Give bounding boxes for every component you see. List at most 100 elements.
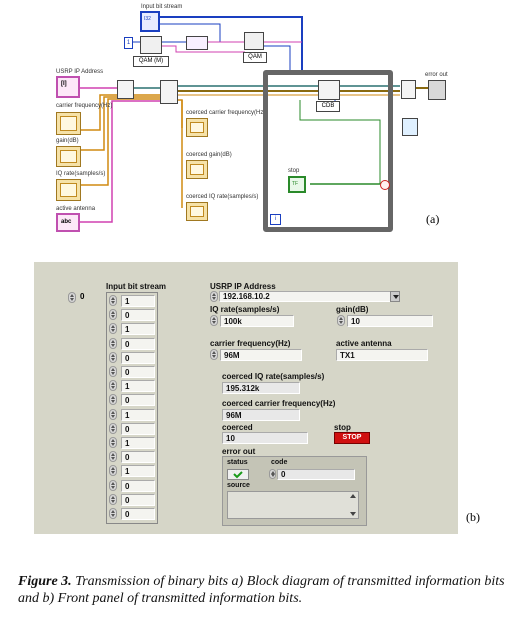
write-tx-vi bbox=[318, 80, 340, 100]
bit-spinner-icon[interactable] bbox=[109, 394, 117, 406]
index-constant: 1 bbox=[124, 37, 133, 49]
coerced-carrier-indicator: 96M bbox=[222, 409, 300, 421]
stop-label: stop bbox=[288, 168, 300, 174]
coerced-iq-indicator: 195.312k bbox=[222, 382, 300, 394]
bit-value[interactable]: 0 bbox=[121, 309, 155, 322]
usrp-ip-field[interactable]: 192.168.10.2 bbox=[219, 291, 391, 302]
bit-value[interactable]: 0 bbox=[121, 394, 155, 407]
modulation-vi-3 bbox=[244, 32, 264, 50]
bit-spinner-icon[interactable] bbox=[109, 380, 117, 392]
gain-label: gain(dB) bbox=[336, 305, 369, 314]
stop-label: stop bbox=[334, 423, 351, 432]
iq-rate-control bbox=[56, 179, 81, 201]
usrp-ip-dropdown[interactable]: 192.168.10.2 bbox=[210, 291, 400, 302]
gain-spinner-icon[interactable] bbox=[337, 315, 345, 326]
error-out-cluster: status code 0 source bbox=[222, 456, 367, 526]
bit-spinner-icon[interactable] bbox=[109, 408, 117, 420]
bit-spinner-icon[interactable] bbox=[109, 323, 117, 335]
loop-iteration-terminal: i bbox=[270, 214, 281, 225]
bit-value[interactable]: 0 bbox=[121, 422, 155, 435]
carrier-frequency-label: carrier frequency(Hz) bbox=[210, 339, 291, 348]
modulation-vi-2 bbox=[186, 36, 208, 50]
scroll-up-icon[interactable] bbox=[350, 494, 356, 498]
simple-error-handler-vi bbox=[402, 118, 418, 136]
error-out-indicator bbox=[428, 80, 446, 100]
active-antenna-label: active antenna bbox=[336, 339, 392, 348]
carrier-spinner-icon[interactable] bbox=[210, 349, 218, 360]
stop-control: TF bbox=[288, 176, 306, 193]
bit-value[interactable]: 0 bbox=[121, 337, 155, 350]
gain-control bbox=[56, 146, 81, 167]
bit-spinner-icon[interactable] bbox=[109, 479, 117, 491]
bit-array[interactable]: 1010001010101000 bbox=[106, 292, 158, 524]
bit-stream-terminal-label: I32 bbox=[144, 16, 151, 22]
status-label: status bbox=[227, 459, 248, 466]
diagram-caption-letter: (a) bbox=[426, 212, 440, 226]
bit-spinner-icon[interactable] bbox=[109, 493, 117, 505]
bit-spinner-icon[interactable] bbox=[109, 309, 117, 321]
panel-caption-letter: (b) bbox=[466, 510, 480, 524]
bit-value[interactable]: 1 bbox=[121, 380, 155, 393]
bit-value[interactable]: 1 bbox=[121, 408, 155, 421]
bit-value[interactable]: 1 bbox=[121, 295, 155, 307]
bit-value[interactable]: 0 bbox=[121, 508, 155, 520]
bit-spinner-icon[interactable] bbox=[109, 508, 117, 519]
bit-spinner-icon[interactable] bbox=[109, 366, 117, 377]
usrp-ip-control: [I] bbox=[56, 76, 80, 98]
bit-value[interactable]: 1 bbox=[121, 323, 155, 336]
usrp-ip-terminal-label: [I] bbox=[61, 81, 67, 87]
iq-rate-field[interactable]: 100k bbox=[220, 315, 294, 327]
bit-value[interactable]: 1 bbox=[121, 437, 155, 449]
active-antenna-label: active antenna bbox=[56, 206, 96, 212]
code-value: 0 bbox=[277, 469, 355, 480]
source-label: source bbox=[227, 482, 250, 489]
front-panel: 0 Input bit stream 1010001010101000 USRP… bbox=[34, 262, 458, 534]
coerced-iq-label: coerced IQ rate(samples/s) bbox=[186, 194, 259, 200]
index-spinner-icon[interactable] bbox=[68, 292, 76, 303]
bit-stream-label: Input bit stream bbox=[141, 4, 183, 10]
stop-terminal-label: TF bbox=[292, 181, 299, 187]
input-bit-stream-label: Input bit stream bbox=[106, 282, 167, 291]
check-icon bbox=[233, 471, 243, 479]
coerced-gain-indicator: 10 bbox=[222, 432, 308, 444]
coerced-carrier-indicator bbox=[186, 118, 208, 137]
bit-stream-control: I32 bbox=[140, 11, 160, 32]
block-diagram: Input bit stream I32 1 QAM (M) QAM USRP … bbox=[0, 0, 525, 245]
bit-spinner-icon[interactable] bbox=[109, 422, 117, 434]
scroll-down-icon[interactable] bbox=[350, 512, 356, 516]
stop-button[interactable]: STOP bbox=[334, 432, 370, 444]
carrier-frequency-control bbox=[56, 112, 81, 135]
bit-spinner-icon[interactable] bbox=[109, 295, 117, 306]
usrp-ip-spinner-icon[interactable] bbox=[210, 291, 218, 302]
active-antenna-terminal-label: abc bbox=[61, 219, 72, 225]
error-out-label: error out bbox=[222, 447, 256, 456]
loop-condition-terminal bbox=[380, 180, 390, 190]
carrier-field[interactable]: 96M bbox=[220, 349, 302, 361]
bit-value[interactable]: 0 bbox=[121, 493, 155, 506]
bit-spinner-icon[interactable] bbox=[109, 465, 117, 477]
chevron-down-icon[interactable] bbox=[390, 291, 400, 302]
active-antenna-field[interactable]: TX1 bbox=[336, 349, 428, 361]
open-session-vi bbox=[117, 80, 134, 99]
iq-rate-label: IQ rate(samples/s) bbox=[56, 171, 106, 177]
gain-field[interactable]: 10 bbox=[347, 315, 433, 327]
qam-m-ring: QAM (M) bbox=[133, 56, 169, 67]
bit-spinner-icon[interactable] bbox=[109, 437, 117, 448]
bit-spinner-icon[interactable] bbox=[109, 337, 117, 349]
coerced-gain-label: coerced bbox=[222, 423, 253, 432]
bit-value[interactable]: 0 bbox=[121, 366, 155, 378]
coerced-carrier-label: coerced carrier frequency(Hz) bbox=[186, 110, 266, 116]
coerced-iq-label: coerced IQ rate(samples/s) bbox=[222, 372, 325, 381]
coerced-iq-indicator bbox=[186, 202, 208, 221]
iq-rate-spinner-icon[interactable] bbox=[210, 315, 218, 326]
bit-value[interactable]: 0 bbox=[121, 479, 155, 492]
caption-text: Transmission of binary bits a) Block dia… bbox=[18, 574, 505, 606]
error-out-label: error out bbox=[425, 72, 448, 78]
bit-value[interactable]: 1 bbox=[121, 465, 155, 478]
bit-value[interactable]: 0 bbox=[121, 351, 155, 364]
bit-spinner-icon[interactable] bbox=[109, 451, 117, 463]
bit-value[interactable]: 0 bbox=[121, 451, 155, 464]
index-value: 0 bbox=[80, 292, 85, 301]
bit-spinner-icon[interactable] bbox=[109, 351, 117, 363]
configure-vi bbox=[160, 80, 178, 104]
